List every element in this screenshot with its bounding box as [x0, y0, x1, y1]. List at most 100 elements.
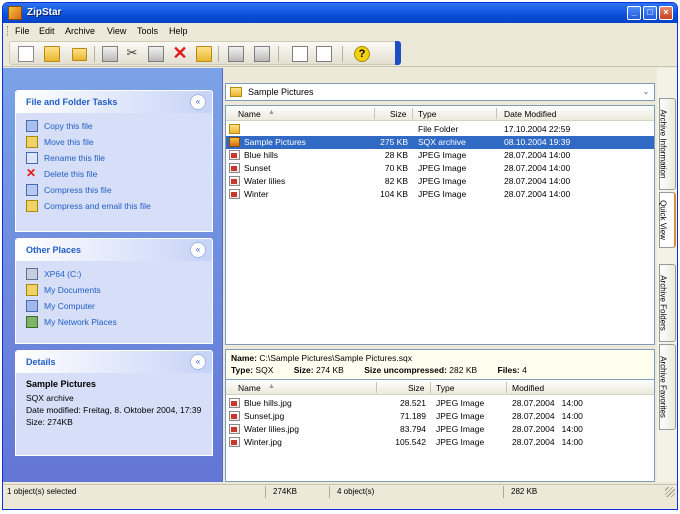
- column-size[interactable]: Size: [390, 109, 407, 119]
- place-my-documents[interactable]: My Documents: [26, 283, 202, 299]
- tab-label: Archive Favorites: [658, 356, 668, 418]
- join-icon[interactable]: [254, 46, 270, 62]
- tab-archive-folders[interactable]: Archive Folders: [659, 264, 676, 342]
- tab-archive-favorites[interactable]: Archive Favorites: [659, 344, 676, 430]
- tab-quick-view[interactable]: Quick View: [659, 192, 676, 248]
- menu-tools[interactable]: Tools: [137, 26, 158, 36]
- close-button[interactable]: ×: [659, 6, 673, 20]
- column-modified[interactable]: Modified: [512, 383, 544, 393]
- file-row[interactable]: Winter 104 KB JPEG Image 28.07.2004 14:00: [226, 188, 654, 201]
- entry-type: JPEG Image: [436, 424, 485, 434]
- jpeg-file-icon: [229, 163, 240, 173]
- minimize-button[interactable]: _: [627, 6, 641, 20]
- menu-file[interactable]: File: [15, 26, 30, 36]
- open-folder-icon[interactable]: [44, 46, 60, 62]
- task-move[interactable]: Move this file: [26, 135, 202, 151]
- column-divider[interactable]: [376, 382, 377, 393]
- collapse-chevron-icon[interactable]: «: [190, 94, 206, 110]
- file-type: JPEG Image: [418, 163, 467, 173]
- file-row[interactable]: File Folder 17.10.2004 22:59: [226, 123, 654, 136]
- tab-archive-information[interactable]: Archive Information: [659, 98, 676, 190]
- status-selected: 1 object(s) selected: [7, 487, 77, 496]
- compress-icon[interactable]: [196, 46, 212, 62]
- collapse-chevron-icon[interactable]: «: [190, 242, 206, 258]
- jpeg-file-icon: [229, 150, 240, 160]
- zipstar-app-icon[interactable]: [8, 6, 22, 20]
- place-label: My Documents: [44, 285, 101, 295]
- resize-grip-icon[interactable]: [665, 487, 675, 497]
- view-icon[interactable]: [292, 46, 308, 62]
- jpeg-file-icon: [229, 398, 240, 408]
- column-type[interactable]: Type: [418, 109, 436, 119]
- info-size-label: Size:: [293, 365, 314, 375]
- entry-modified: 28.07.2004 14:00: [512, 437, 583, 447]
- archive-row[interactable]: Winter.jpg 105.542 JPEG Image 28.07.2004 14…: [226, 436, 654, 449]
- column-name[interactable]: Name: [238, 109, 261, 119]
- place-label: XP64 (C:): [44, 269, 82, 279]
- column-type[interactable]: Type: [436, 383, 454, 393]
- entry-name: Water lilies.jpg: [244, 424, 299, 434]
- status-total: 282 KB: [511, 487, 538, 496]
- toolbar-chevron-icon[interactable]: [395, 41, 401, 65]
- menu-edit[interactable]: Edit: [39, 26, 55, 36]
- column-date-modified[interactable]: Date Modified: [504, 109, 556, 119]
- menu-archive[interactable]: Archive: [65, 26, 95, 36]
- title-bar[interactable]: ZipStar _ □ ×: [3, 3, 677, 23]
- split-icon[interactable]: [228, 46, 244, 62]
- column-divider[interactable]: [506, 382, 507, 393]
- menu-bar: File Edit Archive View Tools Help: [3, 23, 677, 39]
- extract-icon[interactable]: [72, 48, 87, 61]
- delete-icon[interactable]: ✕: [172, 44, 188, 62]
- task-delete[interactable]: ✕ Delete this file: [26, 167, 202, 183]
- file-name: Sample Pictures: [244, 137, 306, 147]
- panel-header[interactable]: Details «: [16, 351, 212, 373]
- menu-grip[interactable]: [7, 26, 9, 36]
- column-divider[interactable]: [412, 108, 413, 119]
- help-icon[interactable]: ?: [354, 46, 370, 62]
- archive-row[interactable]: Water lilies.jpg 83.794 JPEG Image 28.07.20…: [226, 423, 654, 436]
- file-row[interactable]: Water lilies 82 KB JPEG Image 28.07.2004 14…: [226, 175, 654, 188]
- place-my-computer[interactable]: My Computer: [26, 299, 202, 315]
- task-copy[interactable]: Copy this file: [26, 119, 202, 135]
- copy-icon[interactable]: [102, 46, 118, 62]
- cut-icon[interactable]: ✂: [124, 46, 140, 62]
- side-tab-strip: Archive Information Quick View Archive F…: [657, 68, 677, 482]
- task-compress-email[interactable]: Compress and email this file: [26, 199, 202, 215]
- entry-type: JPEG Image: [436, 398, 485, 408]
- panel-other-places: Other Places « XP64 (C:) My Documents My…: [15, 238, 213, 344]
- task-compress[interactable]: Compress this file: [26, 183, 202, 199]
- maximize-button[interactable]: □: [643, 6, 657, 20]
- file-row[interactable]: Blue hills 28 KB JPEG Image 28.07.2004 14:0…: [226, 149, 654, 162]
- task-label: Delete this file: [44, 169, 98, 179]
- task-rename[interactable]: Rename this file: [26, 151, 202, 167]
- address-bar[interactable]: Sample Pictures ⌄: [225, 83, 655, 101]
- panel-header[interactable]: Other Places «: [16, 239, 212, 261]
- paste-icon[interactable]: [148, 46, 164, 62]
- column-size[interactable]: Size: [408, 383, 425, 393]
- edit-icon[interactable]: [316, 46, 332, 62]
- column-divider[interactable]: [374, 108, 375, 119]
- file-size: 70 KB: [384, 163, 408, 173]
- main-pane: Sample Pictures ⌄ Name ▲ Size Type Date …: [225, 68, 655, 482]
- file-list: Name ▲ Size Type Date Modified File Fold…: [225, 105, 655, 345]
- place-drive-c[interactable]: XP64 (C:): [26, 267, 202, 283]
- column-divider[interactable]: [430, 382, 431, 393]
- column-name[interactable]: Name: [238, 383, 261, 393]
- file-row[interactable]: Sample Pictures 275 KB SQX archive 08.10.20…: [226, 136, 654, 149]
- archive-row[interactable]: Blue hills.jpg 28.521 JPEG Image 28.07.2004…: [226, 397, 654, 410]
- menu-view[interactable]: View: [107, 26, 126, 36]
- collapse-chevron-icon[interactable]: «: [190, 354, 206, 370]
- file-name: Winter: [244, 189, 269, 199]
- new-archive-icon[interactable]: [18, 46, 34, 62]
- jpeg-file-icon: [229, 411, 240, 421]
- place-network[interactable]: My Network Places: [26, 315, 202, 331]
- toolbar: ✂ ✕ ?: [3, 39, 677, 67]
- menu-help[interactable]: Help: [169, 26, 188, 36]
- archive-row[interactable]: Sunset.jpg 71.189 JPEG Image 28.07.2004 14:…: [226, 410, 654, 423]
- info-name-value: C:\Sample Pictures\Sample Pictures.sqx: [259, 353, 412, 363]
- file-type: SQX archive: [418, 137, 466, 147]
- panel-header[interactable]: File and Folder Tasks «: [16, 91, 212, 113]
- dropdown-chevron-icon[interactable]: ⌄: [639, 85, 653, 99]
- column-divider[interactable]: [496, 108, 497, 119]
- file-row[interactable]: Sunset 70 KB JPEG Image 28.07.2004 14:00: [226, 162, 654, 175]
